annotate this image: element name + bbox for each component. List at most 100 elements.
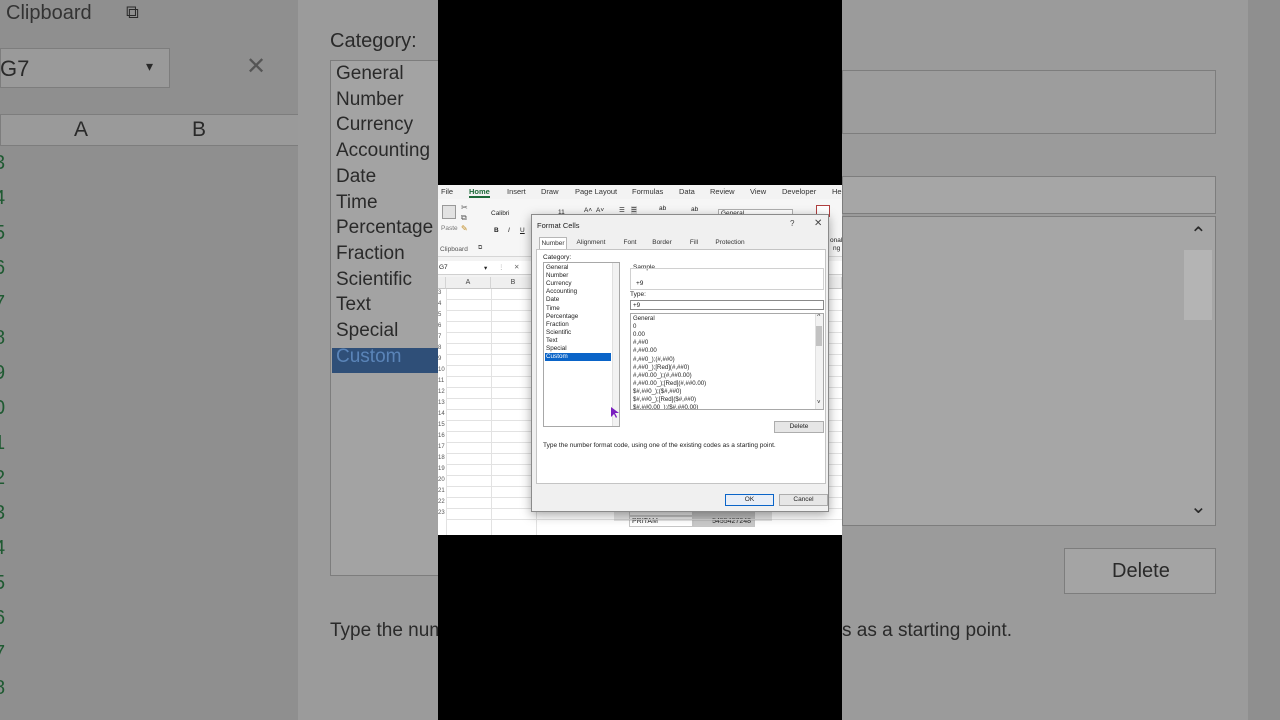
- row-number[interactable]: 21: [438, 488, 445, 494]
- ribbon-tab-draw[interactable]: Draw: [541, 187, 559, 196]
- ribbon-tab-file[interactable]: File: [441, 187, 453, 196]
- format-code-item[interactable]: #,##0.00_);[Red](#,##0.00): [633, 380, 706, 388]
- category-item-general[interactable]: General: [545, 264, 611, 272]
- row-number[interactable]: 10: [438, 367, 445, 373]
- orientation-icon[interactable]: ab: [659, 205, 666, 212]
- row-number[interactable]: 3: [438, 290, 441, 296]
- decrease-font-icon[interactable]: A˅: [596, 207, 604, 214]
- format-code-item[interactable]: $#,##0.00_);($#,##0.00): [633, 404, 698, 409]
- category-item-fraction[interactable]: Fraction: [545, 321, 611, 329]
- row-number[interactable]: 12: [438, 389, 445, 395]
- category-item-special[interactable]: Special: [545, 345, 611, 353]
- ribbon-tab-he[interactable]: He: [832, 187, 842, 196]
- format-code-item[interactable]: #,##0_);(#,##0): [633, 356, 675, 364]
- cancel-button[interactable]: Cancel: [779, 494, 828, 506]
- ok-button[interactable]: OK: [725, 494, 774, 506]
- category-item-currency[interactable]: Currency: [545, 280, 611, 288]
- letterbox-top: [438, 0, 842, 185]
- format-painter-icon[interactable]: ✎: [461, 224, 468, 233]
- format-code-item[interactable]: $#,##0_);($#,##0): [633, 388, 681, 396]
- row-number[interactable]: 22: [438, 499, 445, 505]
- italic-button[interactable]: I: [508, 227, 510, 234]
- increase-font-icon[interactable]: A˄: [584, 207, 592, 214]
- format-code-item[interactable]: $#,##0_);[Red]($#,##0): [633, 396, 696, 404]
- row-number[interactable]: 14: [438, 411, 445, 417]
- format-code-item[interactable]: #,##0.00: [633, 347, 657, 355]
- format-code-item[interactable]: #,##0.00_);(#,##0.00): [633, 372, 692, 380]
- category-item-text[interactable]: Text: [545, 337, 611, 345]
- ribbon-tab-home[interactable]: Home: [469, 187, 490, 198]
- category-item-custom[interactable]: Custom: [545, 353, 611, 362]
- bg-delete-label: Delete: [1112, 560, 1170, 582]
- font-name-box[interactable]: Calibri: [491, 210, 509, 217]
- tab-fill[interactable]: Fill: [682, 237, 706, 249]
- bg-hint-left: Type the num: [330, 620, 446, 641]
- bg-row-number: 5: [0, 572, 5, 595]
- wrap-icon[interactable]: ab: [691, 206, 698, 213]
- category-item-accounting[interactable]: Accounting: [545, 288, 611, 296]
- tab-font[interactable]: Font: [616, 237, 644, 249]
- column-header-a[interactable]: A: [446, 277, 491, 289]
- format-code-item[interactable]: 0: [633, 323, 636, 331]
- row-number[interactable]: 13: [438, 400, 445, 406]
- category-list[interactable]: General Number Currency Accounting Date Time P…: [543, 262, 620, 427]
- bg-row-number: 6: [0, 257, 5, 280]
- close-icon[interactable]: ✕: [814, 218, 822, 229]
- clipboard-launcher-icon[interactable]: ⧉: [478, 245, 482, 252]
- namebox-dropdown-icon[interactable]: ▾: [484, 264, 487, 272]
- category-item-number[interactable]: Number: [545, 272, 611, 280]
- category-item-time[interactable]: Time: [545, 305, 611, 313]
- cancel-entry-icon[interactable]: ✕: [514, 263, 519, 271]
- row-number[interactable]: 7: [438, 334, 441, 340]
- ribbon-tab-formulas[interactable]: Formulas: [632, 187, 663, 196]
- ribbon-tab-page-layout[interactable]: Page Layout: [575, 187, 617, 196]
- ribbon-tab-review[interactable]: Review: [710, 187, 735, 196]
- tab-border[interactable]: Border: [647, 237, 677, 249]
- delete-button[interactable]: Delete: [774, 421, 824, 433]
- format-code-item[interactable]: #,##0_);[Red](#,##0): [633, 364, 689, 372]
- copy-icon[interactable]: ⧉: [461, 213, 467, 223]
- row-number[interactable]: 23: [438, 510, 445, 516]
- ribbon-tab-insert[interactable]: Insert: [507, 187, 526, 196]
- format-code-item[interactable]: 0.00: [633, 331, 645, 339]
- scroll-thumb[interactable]: [816, 326, 822, 346]
- row-number[interactable]: 6: [438, 323, 441, 329]
- paste-label[interactable]: Paste: [441, 225, 458, 232]
- tab-alignment[interactable]: Alignment: [571, 237, 611, 249]
- format-code-list[interactable]: ˄ ˅ General 0 0.00 #,##0 #,##0.00 #,##0_);(#,…: [630, 313, 824, 410]
- category-item-scientific[interactable]: Scientific: [545, 329, 611, 337]
- paste-icon[interactable]: [442, 205, 456, 219]
- row-number[interactable]: 5: [438, 312, 441, 318]
- cut-icon[interactable]: ✂: [461, 203, 468, 212]
- row-number[interactable]: 18: [438, 455, 445, 461]
- corner-cell[interactable]: [438, 277, 446, 289]
- format-scrollbar[interactable]: ˄ ˅: [815, 314, 823, 409]
- row-number[interactable]: 16: [438, 433, 445, 439]
- row-number[interactable]: 17: [438, 444, 445, 450]
- category-item-percentage[interactable]: Percentage: [545, 313, 611, 321]
- row-number[interactable]: 11: [438, 378, 444, 384]
- center-icon[interactable]: ☰: [631, 206, 637, 214]
- underline-button[interactable]: U: [520, 227, 525, 234]
- row-number[interactable]: 9: [438, 356, 441, 362]
- category-scrollbar[interactable]: [612, 263, 619, 426]
- row-number[interactable]: 8: [438, 345, 441, 351]
- format-code-item[interactable]: #,##0: [633, 339, 648, 347]
- scroll-down-icon[interactable]: ˅: [817, 400, 821, 406]
- row-number[interactable]: 4: [438, 301, 441, 307]
- row-number[interactable]: 20: [438, 477, 445, 483]
- scroll-up-icon[interactable]: ˄: [817, 314, 821, 319]
- row-number[interactable]: 19: [438, 466, 445, 472]
- tab-protection[interactable]: Protection: [710, 237, 750, 249]
- row-number[interactable]: 15: [438, 422, 445, 428]
- type-input[interactable]: +9: [630, 300, 824, 310]
- bold-button[interactable]: B: [494, 227, 499, 234]
- align-icon[interactable]: ☰: [619, 206, 625, 214]
- column-header-b[interactable]: B: [491, 277, 536, 289]
- ribbon-tab-view[interactable]: View: [750, 187, 766, 196]
- ribbon-tab-data[interactable]: Data: [679, 187, 695, 196]
- format-code-item[interactable]: General: [633, 315, 655, 323]
- help-icon[interactable]: ?: [790, 219, 794, 228]
- category-item-date[interactable]: Date: [545, 296, 611, 304]
- ribbon-tab-developer[interactable]: Developer: [782, 187, 816, 196]
